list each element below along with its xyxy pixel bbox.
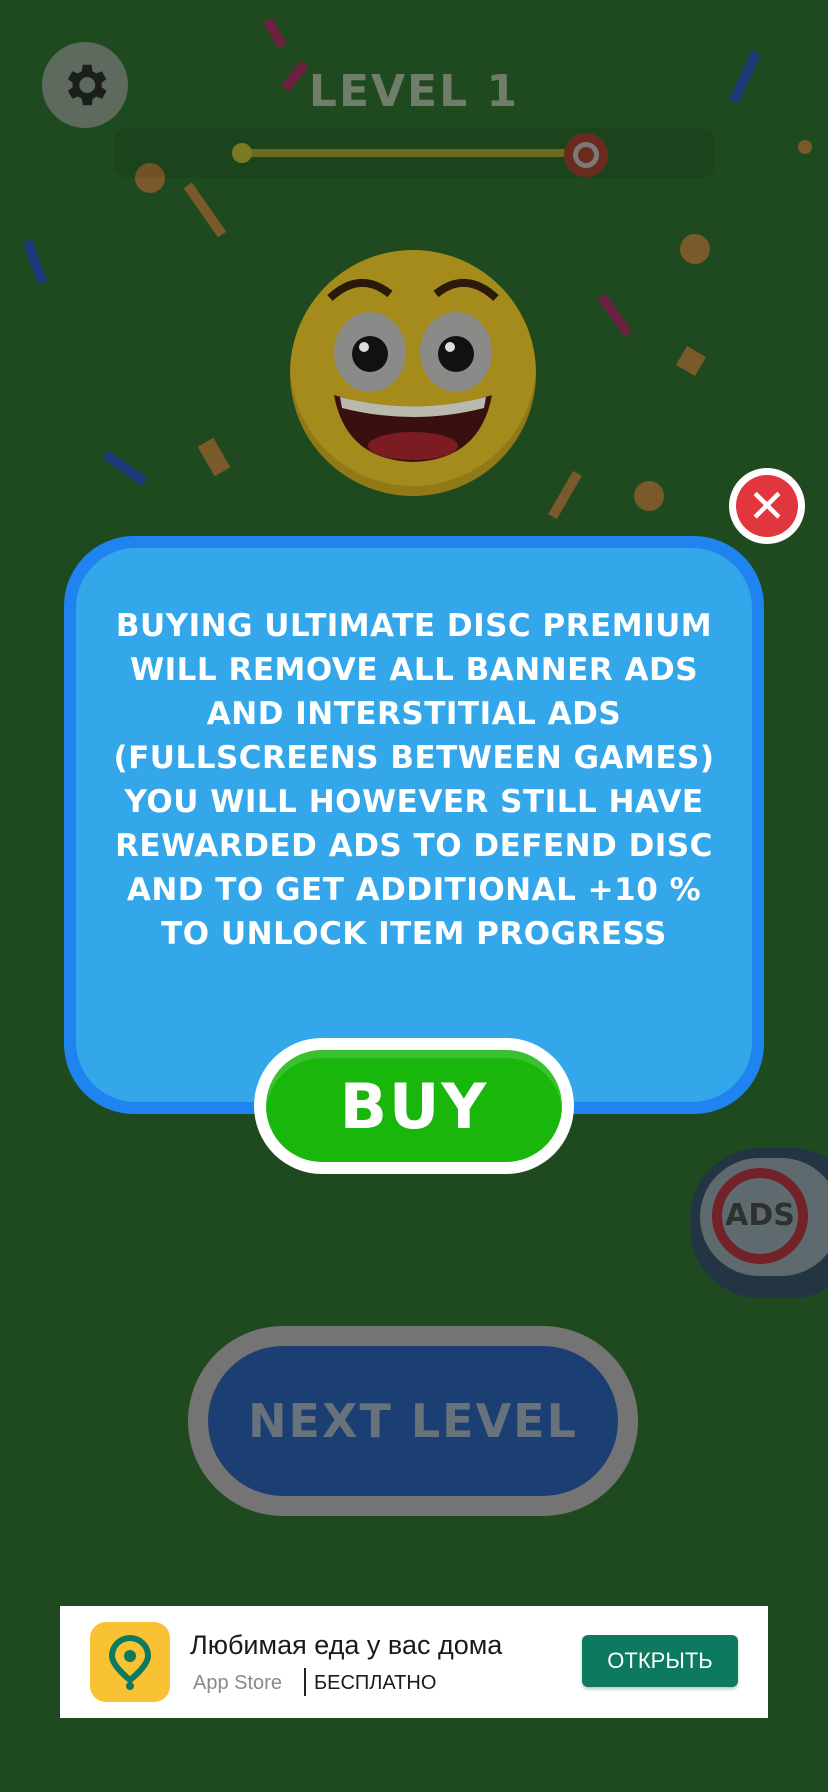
confetti-piece bbox=[548, 470, 582, 520]
confetti-piece bbox=[675, 345, 707, 377]
close-button[interactable]: ✕ bbox=[729, 468, 805, 544]
premium-popup-body: BUYING ULTIMATE DISC PREMIUM WILL REMOVE… bbox=[76, 548, 752, 1102]
level-title: LEVEL 1 bbox=[308, 66, 520, 117]
level-progress-bar bbox=[240, 149, 585, 157]
no-ads-label: ADS bbox=[725, 1198, 795, 1233]
target-icon bbox=[564, 133, 608, 177]
premium-popup: BUYING ULTIMATE DISC PREMIUM WILL REMOVE… bbox=[64, 536, 764, 1114]
buy-button[interactable]: BUY bbox=[254, 1038, 574, 1174]
buy-label: BUY bbox=[266, 1050, 562, 1162]
confetti-piece bbox=[597, 293, 633, 337]
close-icon: ✕ bbox=[736, 475, 798, 537]
ad-open-button[interactable]: ОТКРЫТЬ bbox=[582, 1635, 738, 1687]
premium-popup-message: BUYING ULTIMATE DISC PREMIUM WILL REMOVE… bbox=[113, 608, 715, 952]
ad-divider bbox=[304, 1668, 306, 1696]
next-level-button[interactable]: NEXT LEVEL bbox=[188, 1326, 638, 1516]
confetti-piece bbox=[263, 17, 287, 49]
confetti-piece bbox=[197, 437, 231, 477]
ad-app-icon[interactable] bbox=[90, 1622, 170, 1702]
ad-title: Любимая еда у вас дома bbox=[190, 1630, 503, 1660]
ad-price: БЕСПЛАТНО bbox=[314, 1672, 437, 1694]
confetti-piece bbox=[183, 182, 227, 238]
confetti-piece bbox=[680, 234, 710, 264]
location-pin-icon bbox=[108, 1634, 152, 1690]
ad-store: App Store bbox=[193, 1672, 282, 1694]
confetti-piece bbox=[102, 450, 148, 486]
confetti-piece bbox=[798, 140, 812, 154]
next-level-label: NEXT LEVEL bbox=[208, 1346, 618, 1496]
progress-start-marker bbox=[232, 143, 252, 163]
laughing-emoji-disc bbox=[290, 250, 536, 496]
emoji-face-icon bbox=[327, 278, 499, 462]
confetti-piece bbox=[634, 481, 664, 511]
confetti-piece bbox=[22, 239, 48, 285]
